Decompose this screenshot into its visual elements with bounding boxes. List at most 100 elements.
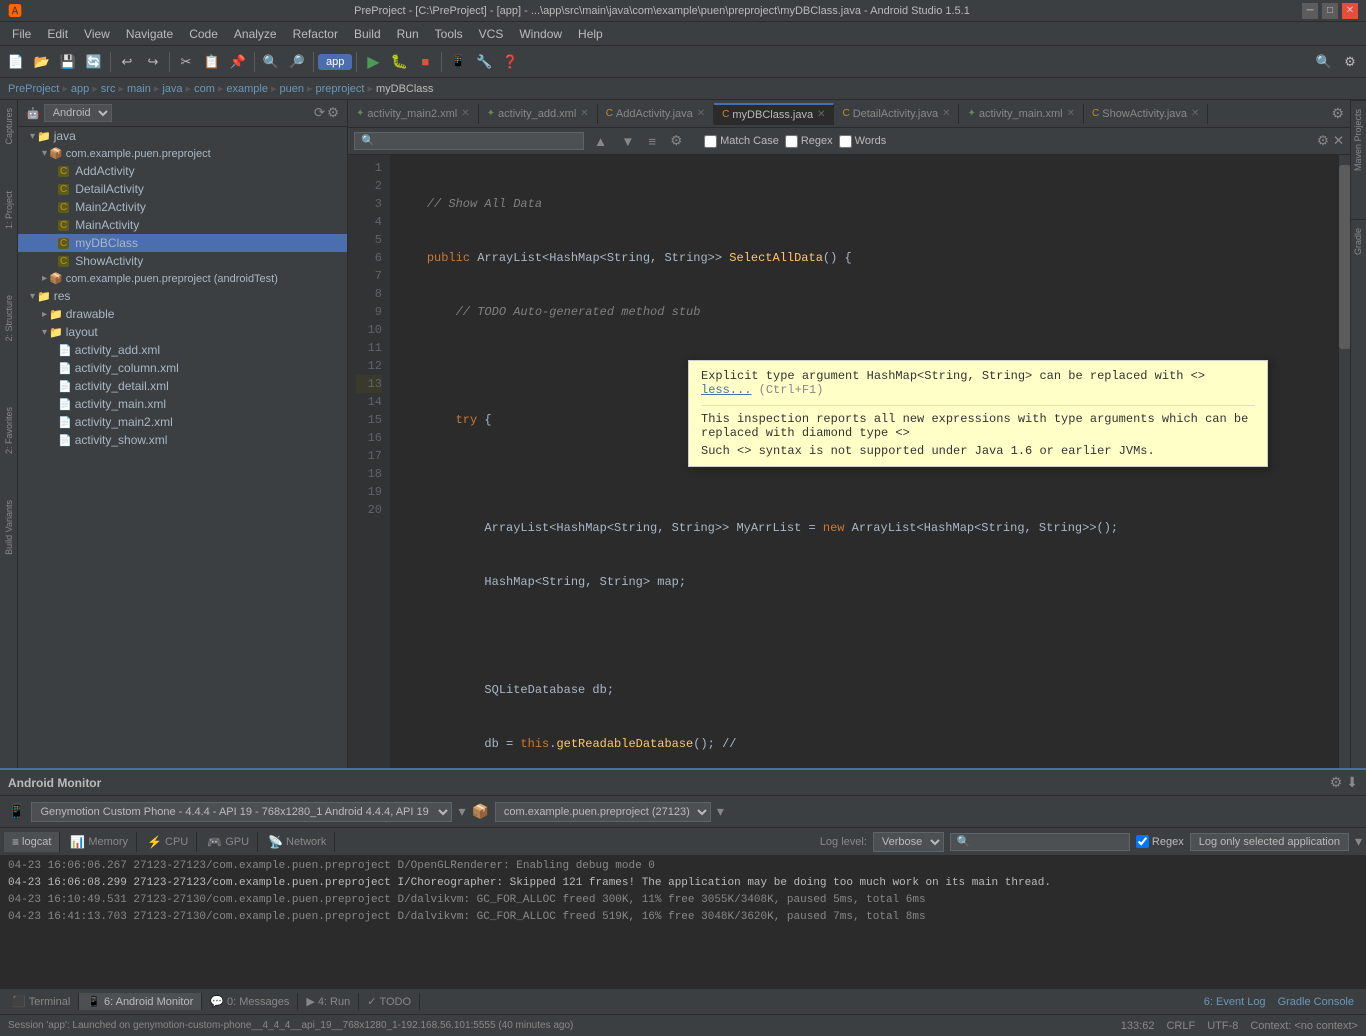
menu-code[interactable]: Code	[181, 25, 226, 43]
toolbar-redo[interactable]: ↪	[141, 50, 165, 74]
tree-activity-show-xml[interactable]: 📄 activity_show.xml	[18, 431, 347, 449]
arrow-drawable[interactable]: ▸	[42, 309, 47, 320]
tab-activity-main2[interactable]: ✦ activity_main2.xml ✕	[348, 104, 479, 124]
terminal-tab[interactable]: ⬛ Terminal	[4, 993, 79, 1010]
toolbar-undo[interactable]: ↩	[115, 50, 139, 74]
arrow-res[interactable]: ▾	[30, 291, 35, 302]
log-level-selector[interactable]: Verbose Debug Info Warn Error	[873, 832, 944, 852]
toolbar-open[interactable]: 📂	[30, 50, 54, 74]
tab-addactivity[interactable]: C AddActivity.java ✕	[598, 104, 714, 124]
log-search-input[interactable]	[950, 833, 1130, 851]
device-dropdown-btn[interactable]: ▾	[458, 803, 465, 820]
toolbar-paste[interactable]: 📌	[226, 50, 250, 74]
minimize-button[interactable]: ─	[1302, 3, 1318, 19]
menu-window[interactable]: Window	[511, 25, 570, 43]
toolbar-cut[interactable]: ✂	[174, 50, 198, 74]
close-tab-add[interactable]: ✕	[580, 108, 588, 119]
close-tab-mydbclass[interactable]: ✕	[817, 109, 825, 120]
bc-com[interactable]: com	[194, 83, 215, 95]
help-button[interactable]: ❓	[498, 50, 522, 74]
menu-navigate[interactable]: Navigate	[118, 25, 181, 43]
tree-androidtest[interactable]: ▸ 📦 com.example.puen.preproject (android…	[18, 270, 347, 287]
maximize-button[interactable]: □	[1322, 3, 1338, 19]
arrow-androidtest[interactable]: ▸	[42, 273, 47, 284]
tree-main2activity[interactable]: C Main2Activity	[18, 198, 347, 216]
cpu-tab[interactable]: ⚡ CPU	[139, 832, 197, 852]
tree-showactivity[interactable]: C ShowActivity	[18, 252, 347, 270]
log-regex-checkbox[interactable]: Regex	[1136, 835, 1184, 848]
tree-activity-column-xml[interactable]: 📄 activity_column.xml	[18, 359, 347, 377]
editor-scrollbar[interactable]	[1338, 155, 1350, 768]
tree-layout[interactable]: ▾ 📁 layout	[18, 323, 347, 341]
event-log-link[interactable]: 6: Event Log	[1204, 996, 1266, 1008]
close-tab-activity-main[interactable]: ✕	[1067, 108, 1075, 119]
tree-java[interactable]: ▾ 📁 java	[18, 127, 347, 145]
gradle-tab[interactable]: Gradle	[1351, 219, 1366, 263]
captures-tab[interactable]: Captures	[2, 100, 16, 153]
structure-tab[interactable]: 2: Structure	[2, 287, 16, 350]
menu-edit[interactable]: Edit	[39, 25, 76, 43]
bc-src[interactable]: src	[101, 83, 116, 95]
gradle-console-link[interactable]: Gradle Console	[1278, 996, 1354, 1008]
only-selected-btn[interactable]: Log only selected application	[1190, 833, 1349, 851]
project-view-dropdown[interactable]: Android Project	[44, 104, 112, 122]
menu-view[interactable]: View	[76, 25, 118, 43]
close-tab-main2[interactable]: ✕	[461, 108, 469, 119]
tree-drawable[interactable]: ▸ 📁 drawable	[18, 305, 347, 323]
gpu-tab[interactable]: 🎮 GPU	[199, 832, 258, 852]
stop-button[interactable]: ■	[413, 50, 437, 74]
run-tab[interactable]: ▶ 4: Run	[298, 993, 359, 1010]
bc-main[interactable]: main	[127, 83, 151, 95]
todo-tab[interactable]: ✓ TODO	[359, 993, 420, 1010]
bc-puen[interactable]: puen	[280, 83, 304, 95]
tree-res[interactable]: ▾ 📁 res	[18, 287, 347, 305]
app-selector[interactable]: app	[318, 54, 352, 70]
arrow-java[interactable]: ▾	[30, 131, 35, 142]
debug-button[interactable]: 🐛	[387, 50, 411, 74]
close-button[interactable]: ✕	[1342, 3, 1358, 19]
tab-detailactivity[interactable]: C DetailActivity.java ✕	[834, 104, 959, 124]
toolbar-save[interactable]: 💾	[56, 50, 80, 74]
toolbar-copy[interactable]: 📋	[200, 50, 224, 74]
prev-search-btn[interactable]: ▲	[590, 132, 611, 151]
menu-refactor[interactable]: Refactor	[285, 25, 346, 43]
settings-project-btn[interactable]: ⚙	[327, 105, 339, 121]
bc-java[interactable]: java	[162, 83, 182, 95]
tab-showactivity[interactable]: C ShowActivity.java ✕	[1084, 104, 1208, 124]
log-dropdown-btn[interactable]: ▾	[1355, 833, 1362, 850]
run-button[interactable]: ▶	[361, 50, 385, 74]
tree-detailactivity[interactable]: C DetailActivity	[18, 180, 347, 198]
toolbar-new[interactable]: 📄	[4, 50, 28, 74]
menu-file[interactable]: File	[4, 25, 39, 43]
avd-button[interactable]: 📱	[446, 50, 470, 74]
search-input[interactable]	[354, 132, 584, 150]
tab-settings-btn[interactable]: ⚙	[1331, 105, 1344, 122]
build-variants-tab[interactable]: Build Variants	[2, 492, 16, 563]
words-check[interactable]	[839, 135, 852, 148]
arrow-layout[interactable]: ▾	[42, 327, 47, 338]
menu-help[interactable]: Help	[570, 25, 611, 43]
log-regex-check[interactable]	[1136, 835, 1149, 848]
tree-com-package[interactable]: ▾ 📦 com.example.puen.preproject	[18, 145, 347, 162]
tree-addactivity[interactable]: C AddActivity	[18, 162, 347, 180]
toolbar-replace[interactable]: 🔎	[285, 50, 309, 74]
package-dropdown-btn[interactable]: ▾	[717, 803, 724, 820]
maven-projects-tab[interactable]: Maven Projects	[1351, 100, 1366, 179]
sdk-button[interactable]: 🔧	[472, 50, 496, 74]
toolbar-find[interactable]: 🔍	[259, 50, 283, 74]
toolbar-sync[interactable]: 🔄	[82, 50, 106, 74]
words-checkbox[interactable]: Words	[839, 135, 887, 148]
search-options-btn[interactable]: ⚙	[666, 131, 686, 151]
close-tab-addactivity[interactable]: ✕	[697, 108, 705, 119]
filter-search-btn[interactable]: ≡	[644, 132, 660, 151]
close-tab-showactivity[interactable]: ✕	[1191, 108, 1199, 119]
tree-activity-detail-xml[interactable]: 📄 activity_detail.xml	[18, 377, 347, 395]
monitor-gear-btn[interactable]: ⚙	[1330, 774, 1343, 791]
logcat-tab[interactable]: ≡ logcat	[4, 832, 60, 852]
tooltip-link[interactable]: less...	[701, 383, 751, 397]
search-all-button[interactable]: 🔍	[1312, 50, 1336, 74]
tree-activity-add-xml[interactable]: 📄 activity_add.xml	[18, 341, 347, 359]
menu-build[interactable]: Build	[346, 25, 389, 43]
settings-button[interactable]: ⚙	[1338, 50, 1362, 74]
regex-checkbox[interactable]: Regex	[785, 135, 833, 148]
